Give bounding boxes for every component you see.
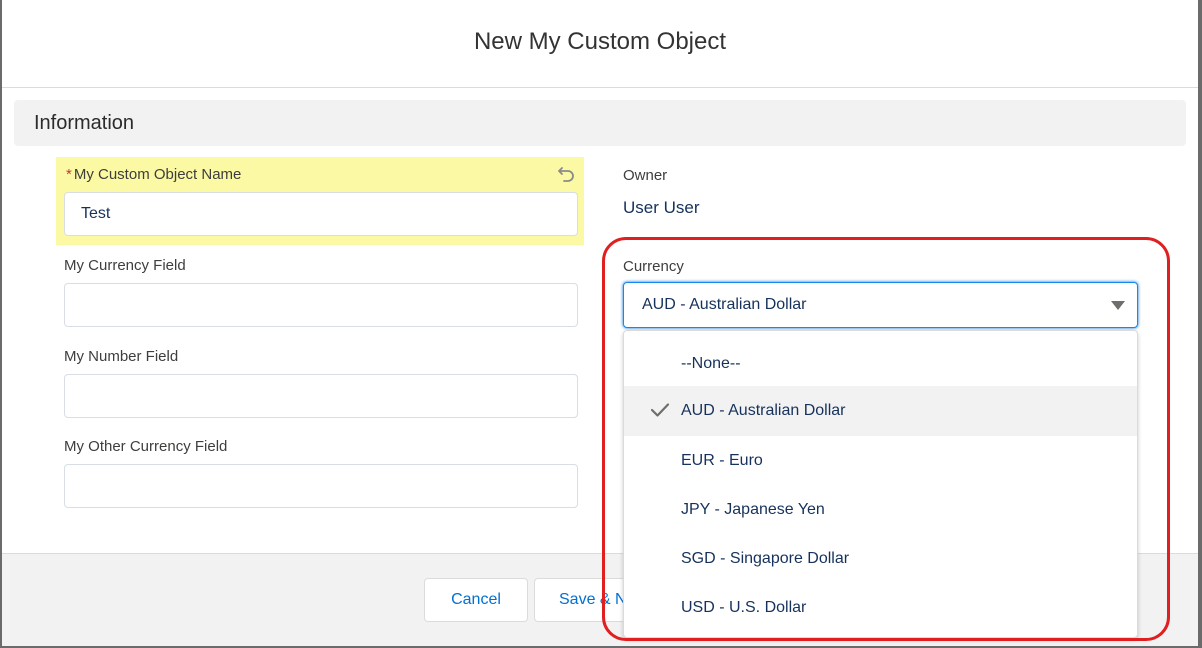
chevron-down-icon[interactable] — [1111, 301, 1125, 310]
modal-title: New My Custom Object — [473, 27, 727, 55]
option-label: --None-- — [681, 355, 741, 372]
modal-header: New My Custom Object — [2, 0, 1198, 88]
name-input-value: Test — [81, 205, 111, 222]
owner-label: Owner — [623, 167, 668, 184]
required-marker: * — [66, 166, 72, 183]
option-label: SGD - Singapore Dollar — [681, 550, 850, 567]
currency-selected-value: AUD - Australian Dollar — [642, 296, 807, 313]
name-field-label: * My Custom Object Name — [66, 166, 241, 183]
owner-value[interactable]: User User — [623, 198, 700, 218]
check-icon — [650, 402, 670, 418]
currency-option-selected[interactable]: AUD - Australian Dollar — [624, 386, 1137, 436]
currency-option[interactable]: USD - U.S. Dollar — [624, 583, 1137, 633]
currency-option[interactable]: SGD - Singapore Dollar — [624, 534, 1137, 584]
currency-field-input[interactable] — [64, 283, 578, 327]
modal: New My Custom Object Information * My Cus… — [2, 0, 1198, 646]
option-label: JPY - Japanese Yen — [681, 501, 825, 518]
cancel-button-label: Cancel — [451, 591, 501, 608]
option-label: EUR - Euro — [681, 452, 763, 469]
other-currency-field-label: My Other Currency Field — [64, 438, 228, 455]
currency-combobox[interactable]: AUD - Australian Dollar — [623, 282, 1138, 328]
name-input[interactable]: Test — [64, 192, 578, 236]
cancel-button[interactable]: Cancel — [424, 578, 528, 622]
option-label: AUD - Australian Dollar — [681, 402, 846, 419]
other-currency-field-input[interactable] — [64, 464, 578, 508]
name-label-text: My Custom Object Name — [73, 166, 242, 183]
section-title: Information — [34, 111, 135, 134]
undo-icon[interactable] — [557, 166, 577, 184]
section-header[interactable]: Information — [14, 100, 1186, 146]
currency-label: Currency — [623, 258, 684, 275]
currency-option[interactable]: --None-- — [624, 339, 1137, 389]
number-field-label: My Number Field — [64, 348, 179, 365]
currency-field-label: My Currency Field — [64, 257, 186, 274]
option-label: USD - U.S. Dollar — [681, 599, 807, 616]
number-field-input[interactable] — [64, 374, 578, 418]
currency-dropdown-list: --None-- AUD - Australian Dollar EUR - E… — [623, 330, 1138, 638]
currency-option[interactable]: EUR - Euro — [624, 436, 1137, 486]
currency-option[interactable]: JPY - Japanese Yen — [624, 485, 1137, 535]
